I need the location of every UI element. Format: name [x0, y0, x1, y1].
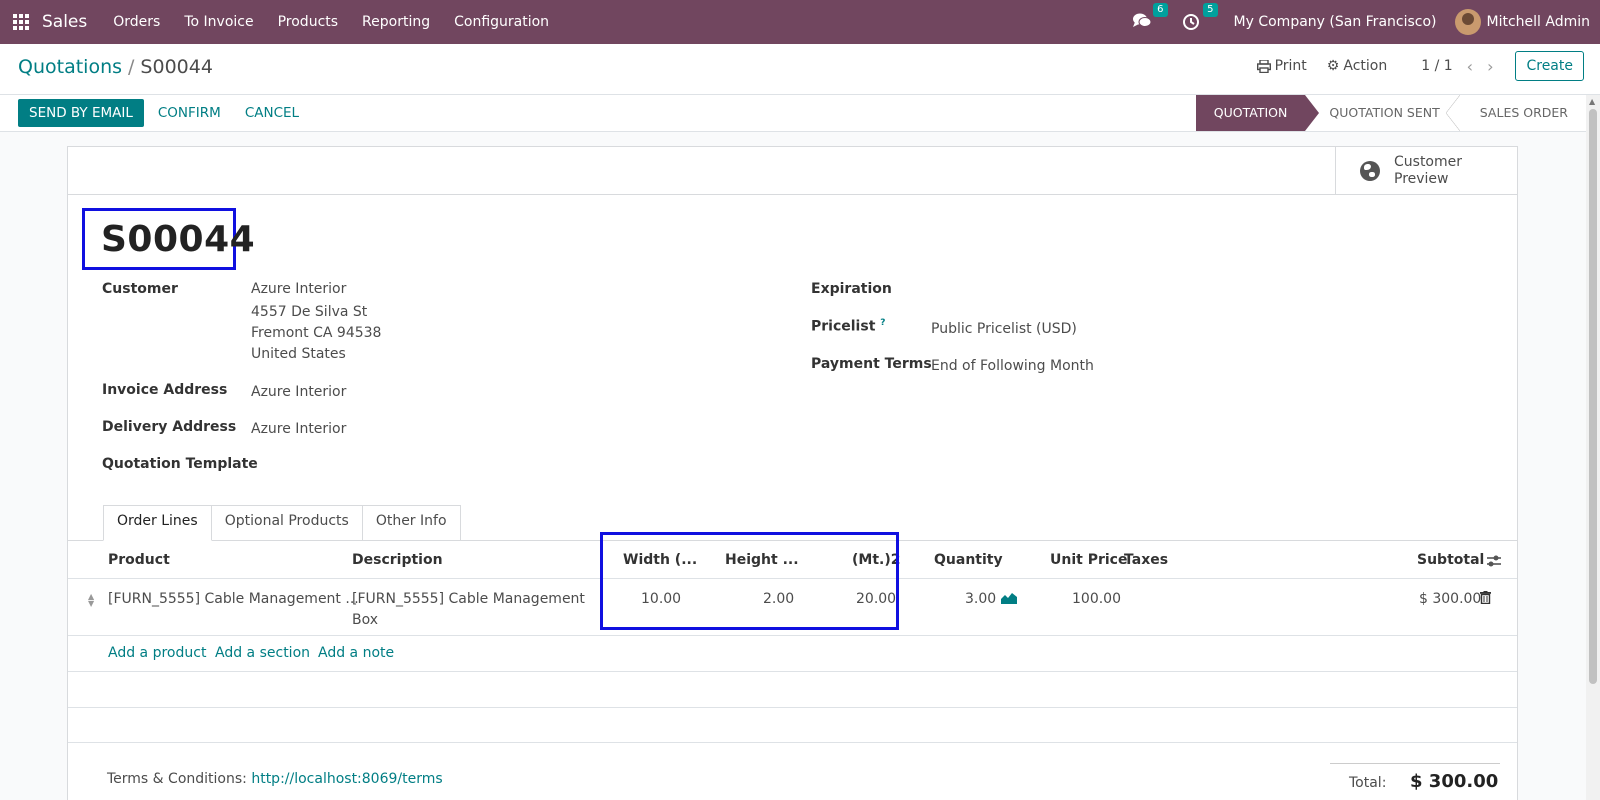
add-line-row: Add a product Add a section Add a note — [68, 637, 1517, 672]
dimension-columns-highlight-box — [600, 532, 899, 630]
col-taxes[interactable]: Taxes — [1124, 552, 1168, 568]
row-subtotal: $ 300.00 — [1419, 591, 1482, 607]
scroll-thumb[interactable] — [1589, 109, 1597, 684]
menu-to-invoice[interactable]: To Invoice — [184, 14, 253, 30]
menu-products[interactable]: Products — [278, 14, 338, 30]
stage-pipeline: QUOTATION QUOTATION SENT SALES ORDER — [1195, 95, 1586, 131]
add-section-link[interactable]: Add a section — [215, 645, 310, 661]
add-product-link[interactable]: Add a product — [108, 645, 206, 661]
globe-icon — [1360, 161, 1380, 181]
scroll-up-icon[interactable]: ▲ — [1589, 97, 1595, 106]
customer-preview-label: Customer Preview — [1394, 154, 1463, 187]
tab-order-lines[interactable]: Order Lines — [103, 505, 212, 541]
pricelist-label-text: Pricelist — [811, 318, 876, 335]
create-button[interactable]: Create — [1515, 51, 1584, 81]
col-subtotal[interactable]: Subtotal — [1417, 552, 1484, 568]
customer-street: 4557 De Silva St — [251, 304, 368, 320]
payment-terms-label: Payment Terms — [811, 356, 932, 372]
form-sheet: Customer Preview S00044 Customer Azure I… — [67, 146, 1518, 800]
customer-country: United States — [251, 346, 346, 362]
pricelist-label: Pricelist ? — [811, 318, 886, 335]
action-button[interactable]: ⚙ Action — [1327, 58, 1387, 74]
messages-badge: 6 — [1153, 3, 1168, 17]
expiration-label: Expiration — [811, 281, 892, 297]
row-unit-price[interactable]: 100.00 — [1072, 589, 1121, 610]
col-unit-price[interactable]: Unit Price — [1050, 552, 1127, 568]
menu-reporting[interactable]: Reporting — [362, 14, 430, 30]
row-quantity[interactable]: 3.00 — [965, 589, 996, 610]
breadcrumb-current: S00044 — [140, 56, 213, 78]
top-navbar: Sales Orders To Invoice Products Reporti… — [0, 0, 1600, 44]
row-description-line1: [FURN_5555] Cable Management — [352, 591, 585, 607]
tab-optional-products[interactable]: Optional Products — [210, 505, 363, 540]
quotation-template-label: Quotation Template — [102, 456, 258, 472]
user-menu[interactable]: Mitchell Admin — [1487, 14, 1591, 30]
terms-and-conditions: Terms & Conditions: http://localhost:806… — [107, 771, 443, 787]
activities-clock-icon[interactable]: 5 — [1182, 3, 1218, 32]
user-avatar[interactable] — [1454, 9, 1481, 35]
pager-next-icon[interactable]: › — [1487, 57, 1493, 76]
col-description[interactable]: Description — [352, 552, 443, 568]
row-description[interactable]: [FURN_5555] Cable Management Box — [352, 589, 585, 631]
menu-configuration[interactable]: Configuration — [454, 14, 549, 30]
button-box: Customer Preview — [68, 147, 1517, 195]
cancel-button[interactable]: CANCEL — [235, 99, 313, 127]
empty-table-row — [68, 673, 1517, 708]
tab-other-info[interactable]: Other Info — [361, 505, 461, 540]
breadcrumb-separator: / — [128, 56, 135, 78]
delivery-address-field[interactable]: Azure Interior — [251, 419, 346, 440]
record-title: S00044 — [101, 219, 256, 260]
customer-preview-button[interactable]: Customer Preview — [1335, 147, 1517, 195]
trash-icon[interactable] — [1480, 591, 1491, 604]
customer-city: Fremont CA 94538 — [251, 325, 382, 341]
send-by-email-button[interactable]: SEND BY EMAIL — [18, 99, 144, 127]
terms-link[interactable]: http://localhost:8069/terms — [251, 771, 442, 787]
forecast-chart-icon[interactable] — [1001, 592, 1017, 604]
row-product[interactable]: [FURN_5555] Cable Management ... — [108, 589, 359, 610]
empty-table-row — [68, 708, 1517, 743]
gear-icon: ⚙ — [1326, 58, 1340, 74]
company-switcher[interactable]: My Company (San Francisco) — [1234, 14, 1437, 30]
print-icon — [1256, 59, 1271, 73]
pager-previous-icon[interactable]: ‹ — [1467, 57, 1473, 76]
breadcrumb-quotations[interactable]: Quotations — [18, 56, 122, 78]
app-name[interactable]: Sales — [42, 12, 87, 32]
breadcrumb: Quotations / S00044 — [18, 56, 213, 78]
add-note-link[interactable]: Add a note — [318, 645, 394, 661]
pager-value[interactable]: 1 / 1 — [1421, 58, 1452, 74]
activities-badge: 5 — [1203, 3, 1218, 17]
notebook-tabs: Order Lines Optional Products Other Info — [103, 505, 461, 541]
control-panel: Quotations / S00044 Print ⚙ Action 1 / 1 ‹… — [0, 44, 1600, 95]
optional-columns-icon[interactable] — [1486, 554, 1502, 568]
col-quantity[interactable]: Quantity — [934, 552, 1003, 568]
pricelist-field[interactable]: Public Pricelist (USD) — [931, 319, 1077, 340]
total-divider — [1330, 763, 1500, 764]
terms-label: Terms & Conditions: — [107, 771, 247, 787]
invoice-address-label: Invoice Address — [102, 382, 228, 398]
customer-label: Customer — [102, 281, 178, 297]
status-bar: SEND BY EMAIL CONFIRM CANCEL QUOTATION Q… — [0, 95, 1586, 132]
customer-field[interactable]: Azure Interior 4557 De Silva St Fremont … — [251, 279, 381, 365]
print-button[interactable]: Print — [1256, 58, 1307, 74]
payment-terms-field[interactable]: End of Following Month — [931, 356, 1094, 377]
stage-quotation[interactable]: QUOTATION — [1195, 95, 1319, 131]
row-description-line2: Box — [352, 612, 379, 628]
invoice-address-field[interactable]: Azure Interior — [251, 382, 346, 403]
drag-handle-icon[interactable]: ▲ ▼ — [88, 593, 94, 608]
stage-quotation-sent[interactable]: QUOTATION SENT — [1305, 95, 1461, 131]
col-product[interactable]: Product — [108, 552, 170, 568]
delivery-address-label: Delivery Address — [102, 419, 237, 435]
menu-orders[interactable]: Orders — [113, 14, 160, 30]
stage-sales-order[interactable]: SALES ORDER — [1458, 95, 1586, 131]
total-label: Total: — [1349, 775, 1387, 791]
confirm-button[interactable]: CONFIRM — [144, 99, 235, 127]
messages-icon[interactable]: 6 — [1132, 3, 1168, 32]
customer-name: Azure Interior — [251, 281, 347, 297]
action-label: Action — [1343, 58, 1388, 74]
print-label: Print — [1274, 58, 1307, 74]
total-amount: $ 300.00 — [1410, 771, 1499, 792]
pricelist-help-icon[interactable]: ? — [880, 318, 885, 328]
page-scrollbar[interactable]: ▲ — [1586, 95, 1600, 800]
app-menu-icon[interactable] — [0, 0, 42, 44]
